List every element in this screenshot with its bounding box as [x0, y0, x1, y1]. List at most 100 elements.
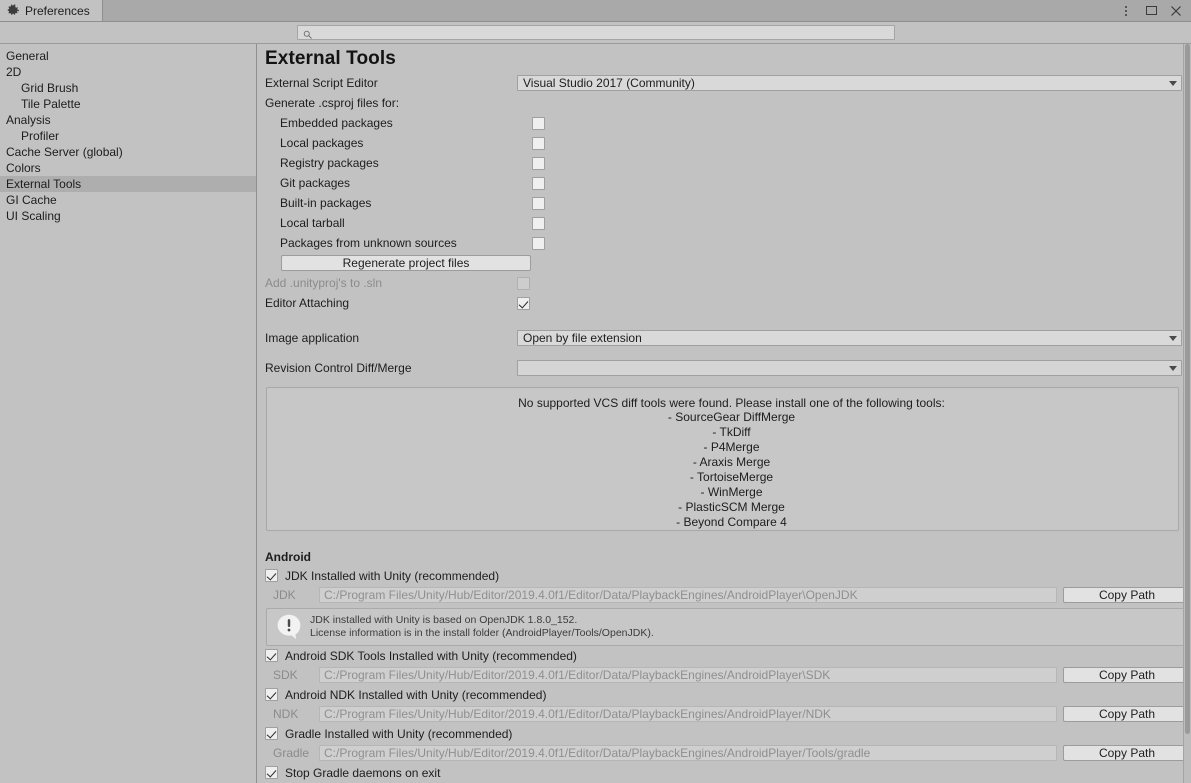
external-script-editor-row: External Script Editor Visual Studio 201…: [265, 73, 1191, 93]
csproj-option-registry-packages[interactable]: Registry packages: [265, 153, 1191, 173]
maximize-icon[interactable]: [1144, 4, 1158, 18]
jdk-info-line1: JDK installed with Unity is based on Ope…: [310, 614, 578, 626]
titlebar-spacer: [103, 0, 1119, 21]
sidebar-item-ui-scaling[interactable]: UI Scaling: [0, 208, 256, 224]
vcs-tool-item: - Beyond Compare 4: [676, 515, 787, 529]
window-titlebar: Preferences: [0, 0, 1191, 22]
sidebar-item-cache-server[interactable]: Cache Server (global): [0, 144, 256, 160]
generate-csproj-label-row: Generate .csproj files for:: [265, 93, 1191, 113]
stop-gradle-daemons-row[interactable]: Stop Gradle daemons on exit: [265, 763, 1191, 782]
ndk-installed-checkbox[interactable]: [265, 688, 278, 701]
csproj-option-builtin-packages[interactable]: Built-in packages: [265, 193, 1191, 213]
sdk-copy-path-button[interactable]: Copy Path: [1063, 667, 1191, 683]
editor-attaching-checkbox[interactable]: [517, 296, 530, 310]
ndk-installed-row[interactable]: Android NDK Installed with Unity (recomm…: [265, 685, 1191, 704]
vcs-tool-item: - SourceGear DiffMerge: [667, 410, 796, 424]
csproj-unknown-sources-checkbox[interactable]: [532, 236, 545, 250]
sdk-path-label: SDK: [273, 668, 298, 682]
gradle-path-label: Gradle: [273, 746, 310, 760]
csproj-registry-packages-checkbox[interactable]: [532, 156, 545, 170]
csproj-option-unknown-sources[interactable]: Packages from unknown sources: [265, 233, 1191, 253]
external-script-editor-dropdown[interactable]: Visual Studio 2017 (Community): [517, 75, 1182, 91]
gradle-installed-label: Gradle Installed with Unity (recommended…: [285, 726, 513, 741]
csproj-option-local-tarball[interactable]: Local tarball: [265, 213, 1191, 233]
image-application-label: Image application: [265, 331, 360, 345]
vcs-tool-item: - TkDiff: [712, 425, 751, 439]
revision-control-dropdown[interactable]: [517, 360, 1182, 376]
image-application-dropdown[interactable]: Open by file extension: [517, 330, 1182, 346]
vertical-dots-icon[interactable]: [1119, 4, 1133, 18]
external-tools-panel: External Tools External Script Editor Vi…: [257, 44, 1191, 783]
csproj-option-git-packages[interactable]: Git packages: [265, 173, 1191, 193]
scrollbar-thumb[interactable]: [1185, 44, 1190, 734]
search-icon: [303, 28, 312, 39]
jdk-path-row: JDK C:/Program Files/Unity/Hub/Editor/20…: [265, 585, 1191, 605]
sidebar-item-gi-cache[interactable]: GI Cache: [0, 192, 256, 208]
csproj-option-embedded-packages[interactable]: Embedded packages: [265, 113, 1191, 133]
add-unityproj-label: Add .unityproj's to .sln: [265, 276, 383, 290]
vcs-tool-item: - Araxis Merge: [692, 455, 771, 469]
sidebar-item-analysis[interactable]: Analysis: [0, 112, 256, 128]
sidebar-item-colors[interactable]: Colors: [0, 160, 256, 176]
generate-csproj-label: Generate .csproj files for:: [265, 96, 400, 110]
jdk-info-line2: License information is in the install fo…: [310, 627, 654, 639]
jdk-copy-path-button[interactable]: Copy Path: [1063, 587, 1191, 603]
gradle-copy-path-button[interactable]: Copy Path: [1063, 745, 1191, 761]
csproj-option-label: Local packages: [280, 136, 364, 150]
ndk-copy-path-button[interactable]: Copy Path: [1063, 706, 1191, 722]
csproj-option-label: Local tarball: [280, 216, 345, 230]
content-area: General 2D Grid Brush Tile Palette Analy…: [0, 44, 1191, 783]
csproj-builtin-packages-checkbox[interactable]: [532, 196, 545, 210]
android-section-heading: Android: [265, 550, 311, 564]
chevron-down-icon: [1169, 335, 1177, 341]
sidebar-item-grid-brush[interactable]: Grid Brush: [0, 80, 256, 96]
sidebar-item-2d[interactable]: 2D: [0, 64, 256, 80]
add-unityproj-checkbox: [517, 276, 530, 290]
sidebar-item-external-tools[interactable]: External Tools: [0, 176, 256, 192]
stop-gradle-daemons-label: Stop Gradle daemons on exit: [285, 765, 441, 780]
sdk-installed-checkbox[interactable]: [265, 649, 278, 662]
jdk-installed-checkbox[interactable]: [265, 569, 278, 582]
jdk-installed-row[interactable]: JDK Installed with Unity (recommended): [265, 566, 1191, 585]
csproj-embedded-packages-checkbox[interactable]: [532, 116, 545, 130]
csproj-local-packages-checkbox[interactable]: [532, 136, 545, 150]
csproj-option-local-packages[interactable]: Local packages: [265, 133, 1191, 153]
sdk-path-field: C:/Program Files/Unity/Hub/Editor/2019.4…: [319, 667, 1057, 683]
csproj-option-label: Built-in packages: [280, 196, 372, 210]
ndk-installed-label: Android NDK Installed with Unity (recomm…: [285, 687, 547, 702]
warning-icon: [275, 613, 303, 641]
csproj-local-tarball-checkbox[interactable]: [532, 216, 545, 230]
jdk-path-field: C:/Program Files/Unity/Hub/Editor/2019.4…: [319, 587, 1057, 603]
gradle-path-field: C:/Program Files/Unity/Hub/Editor/2019.4…: [319, 745, 1057, 761]
regenerate-row: Regenerate project files: [265, 253, 1191, 273]
vertical-scrollbar[interactable]: [1183, 44, 1191, 783]
regenerate-project-files-button[interactable]: Regenerate project files: [281, 255, 531, 271]
stop-gradle-daemons-checkbox[interactable]: [265, 766, 278, 779]
vcs-tool-item: - WinMerge: [700, 485, 763, 499]
chevron-down-icon: [1169, 80, 1177, 86]
search-box[interactable]: [296, 25, 895, 40]
ndk-path-row: NDK C:/Program Files/Unity/Hub/Editor/20…: [265, 704, 1191, 724]
jdk-info-text: JDK installed with Unity is based on Ope…: [303, 614, 654, 640]
csproj-option-label: Packages from unknown sources: [280, 236, 457, 250]
editor-attaching-row[interactable]: Editor Attaching: [265, 293, 1191, 313]
gradle-path-row: Gradle C:/Program Files/Unity/Hub/Editor…: [265, 743, 1191, 763]
sdk-installed-row[interactable]: Android SDK Tools Installed with Unity (…: [265, 646, 1191, 665]
tab-preferences[interactable]: Preferences: [0, 0, 103, 21]
sidebar-item-tile-palette[interactable]: Tile Palette: [0, 96, 256, 112]
close-icon[interactable]: [1169, 4, 1183, 18]
gear-icon: [7, 4, 20, 17]
jdk-installed-label: JDK Installed with Unity (recommended): [285, 568, 500, 583]
sidebar-item-profiler[interactable]: Profiler: [0, 128, 256, 144]
csproj-git-packages-checkbox[interactable]: [532, 176, 545, 190]
vcs-help-box: No supported VCS diff tools were found. …: [266, 387, 1179, 531]
vcs-tool-item: - TortoiseMerge: [689, 470, 774, 484]
image-application-row: Image application Open by file extension: [265, 328, 1191, 348]
csproj-option-label: Embedded packages: [280, 116, 393, 130]
chevron-down-icon: [1169, 365, 1177, 371]
revision-control-label: Revision Control Diff/Merge: [265, 361, 412, 375]
sidebar-item-general[interactable]: General: [0, 48, 256, 64]
gradle-installed-row[interactable]: Gradle Installed with Unity (recommended…: [265, 724, 1191, 743]
search-input[interactable]: [311, 26, 894, 39]
gradle-installed-checkbox[interactable]: [265, 727, 278, 740]
